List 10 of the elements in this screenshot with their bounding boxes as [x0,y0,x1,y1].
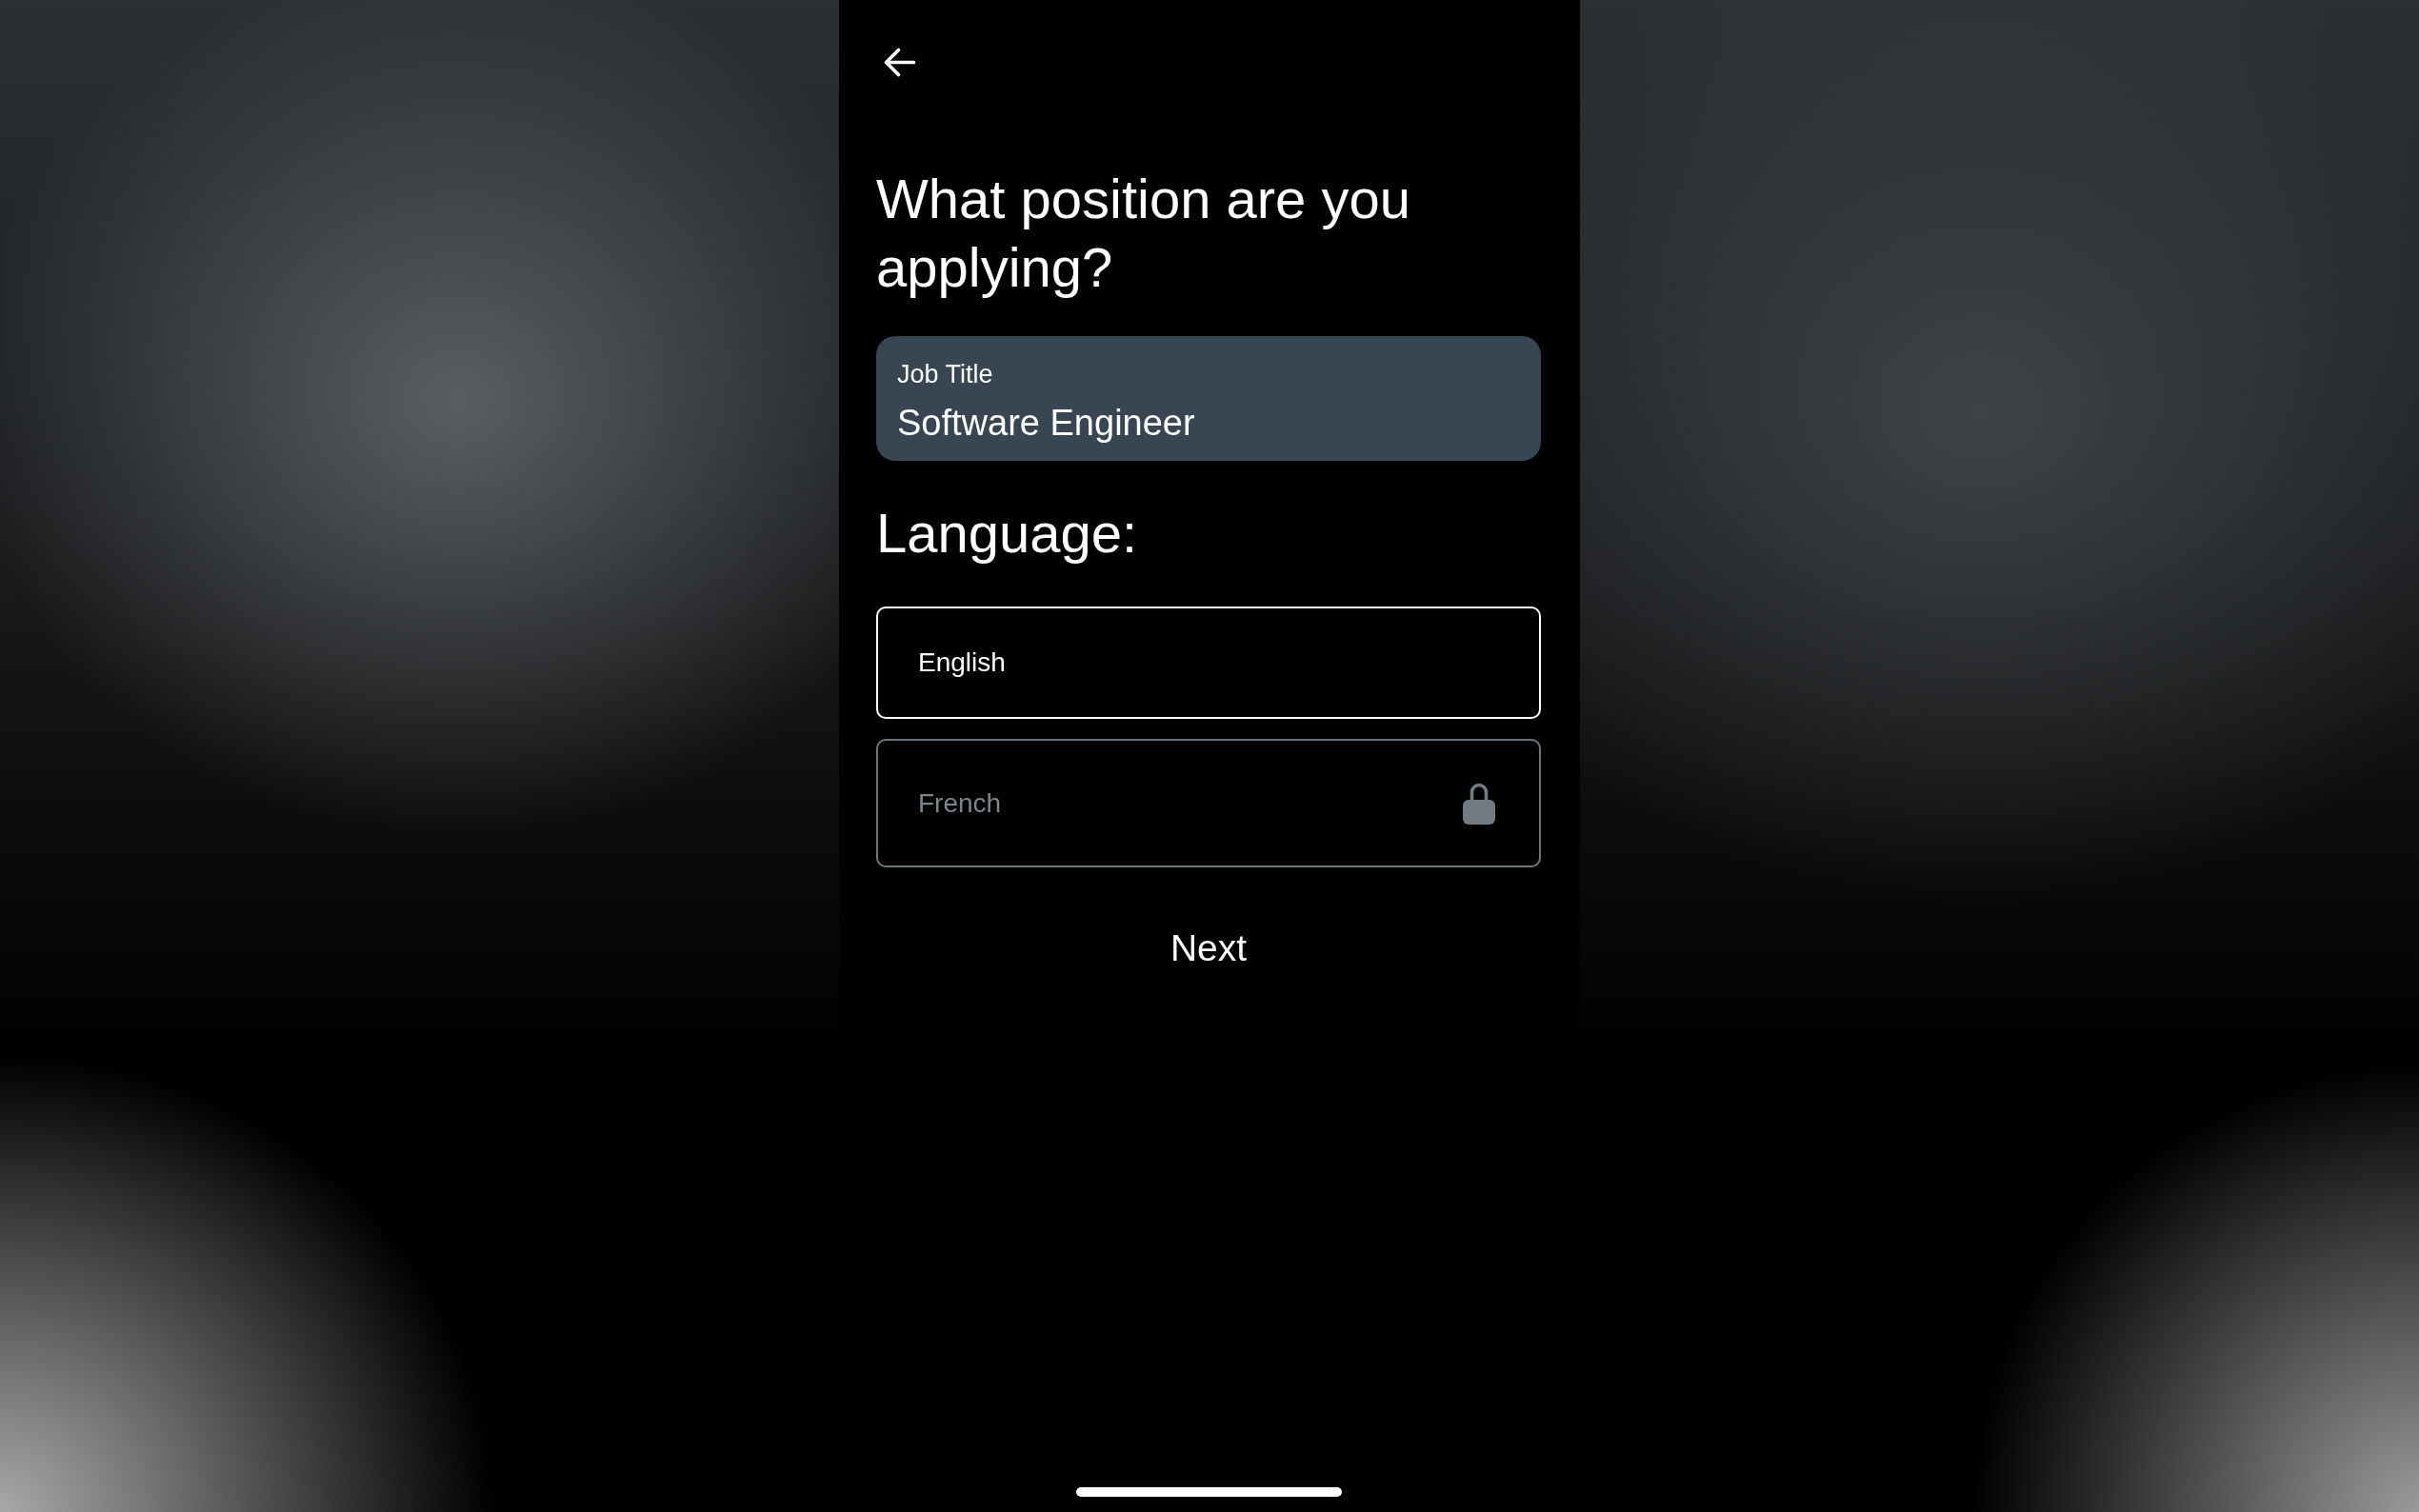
language-option[interactable]: French [876,739,1541,867]
section-heading: Language: [876,501,1138,566]
lock-icon [1463,782,1495,825]
next-button[interactable]: Next [1162,926,1255,970]
job-title-field[interactable]: Job Title Software Engineer [876,336,1541,461]
page-title: What position are you applying? [876,167,1411,300]
left-arrow-icon[interactable] [883,48,915,77]
field-label: Job Title [897,359,993,389]
language-option[interactable]: English [876,607,1541,719]
field-value: Software Engineer [897,402,1195,445]
